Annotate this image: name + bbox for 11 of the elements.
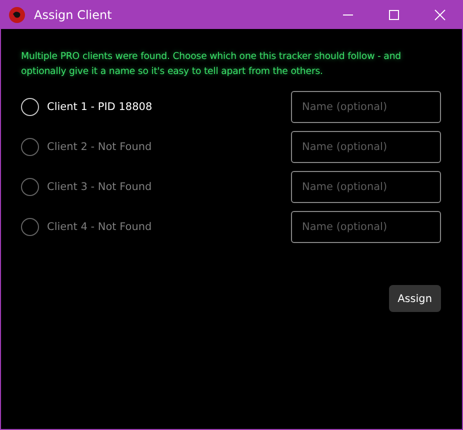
maximize-icon[interactable] [388,8,400,20]
client-label: Client 1 - PID 18808 [47,101,152,113]
client-label: Client 2 - Not Found [47,141,152,153]
window-title: Assign Client [34,8,113,22]
assign-button[interactable]: Assign [388,285,441,312]
client-label: Client 3 - Not Found [47,181,152,193]
name-field[interactable]: Name (optional) [291,91,441,123]
app-icon [9,6,25,22]
instruction-text: Multiple PRO clients were found. Choose which one this tracker should follow - and optionally give it a name so it's easy to tell apart from the others. [21,50,402,79]
client-label: Client 4 - Not Found [47,221,152,233]
close-icon[interactable] [434,8,446,20]
